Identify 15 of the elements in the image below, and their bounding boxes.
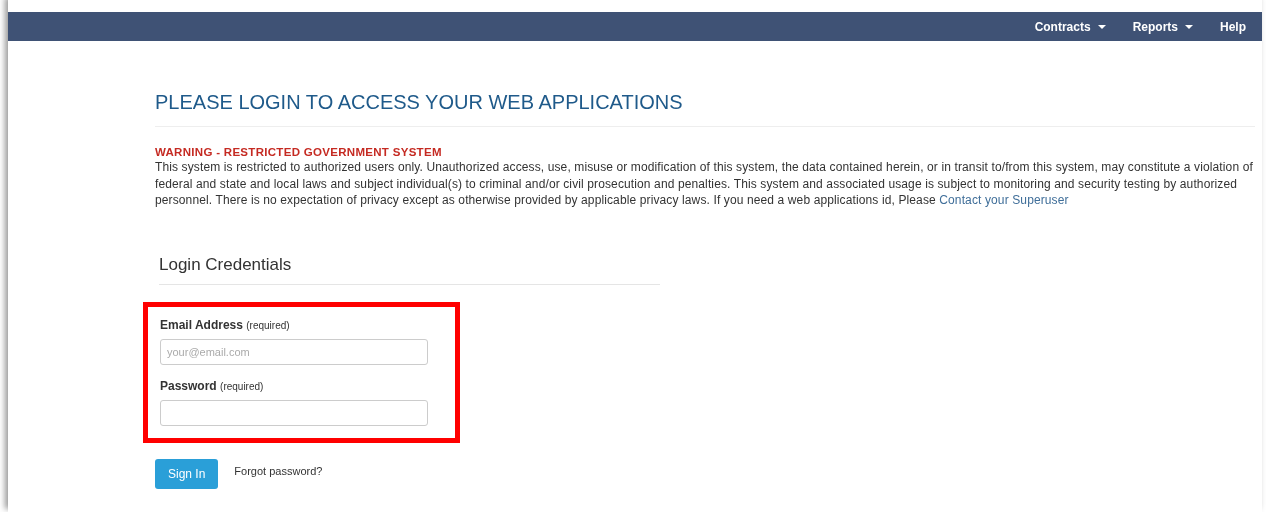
field-label: Password (required): [160, 378, 265, 393]
caret-icon: [1185, 24, 1193, 29]
nav-link[interactable]: Reports: [1132, 19, 1193, 34]
nav-link[interactable]: Help: [1220, 19, 1246, 34]
caret-icon: [1097, 24, 1106, 29]
section-title: Login Credentials: [159, 254, 660, 285]
page-heading: PLEASE LOGIN TO ACCESS YOUR WEB APPLICATIONS: [155, 91, 1255, 127]
nav-link[interactable]: Contracts: [1034, 19, 1106, 34]
contact-link[interactable]: Contact your Superuser: [939, 193, 1069, 207]
warning-text: This system is restricted to authorized users only. Unauthorized access, use, misuse or modification of this system, the data contained herein, or in transit to/from this system, may constitute a violation of federal and state and local laws and subject individual(s) to criminal and/or civil prosecution and penalties. This system and associated usage is subject to monitoring and security testing by authorized personnel. There is no expectation of privacy except as otherwise provided by applicable privacy laws. If you need a web applications id, Please Contact your Superuser: [155, 159, 1254, 209]
input-field[interactable]: your@email.com: [160, 338, 428, 365]
forgot-password-link[interactable]: Forgot password?: [234, 464, 323, 477]
field-label: Email Address (required): [160, 317, 291, 332]
input-field[interactable]: [160, 399, 428, 426]
warning-title: WARNING - RESTRICTED GOVERNMENT SYSTEM: [155, 146, 443, 158]
